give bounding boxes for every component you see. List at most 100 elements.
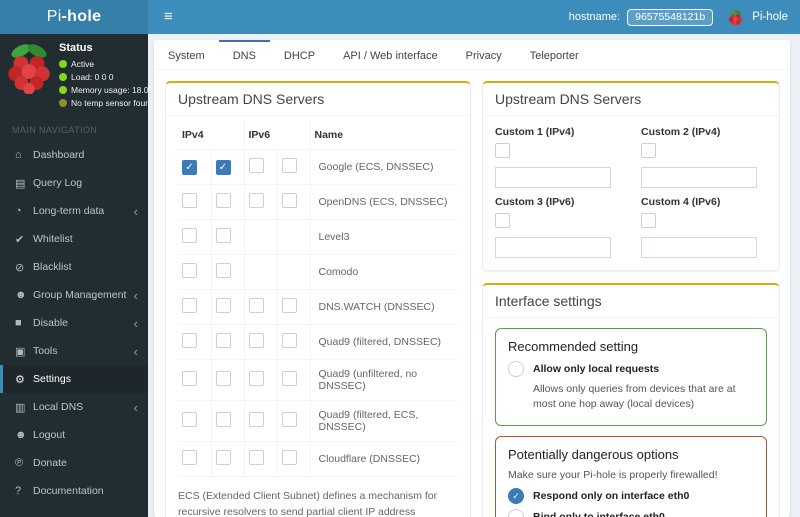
card-title: Upstream DNS Servers <box>483 83 779 116</box>
custom-dns-input[interactable] <box>495 167 611 188</box>
upstream-checkbox-ipv4[interactable] <box>182 298 197 313</box>
custom-dns-input[interactable] <box>641 237 757 258</box>
sidebar-item-local-dns[interactable]: ▥ Local DNS ‹ <box>0 393 148 421</box>
upstream-dns-row: Quad9 (unfiltered, no DNSSEC) <box>178 359 458 401</box>
upstream-dns-row: Comodo <box>178 254 458 290</box>
sidebar-item-group-management[interactable]: ☻ Group Management ‹ <box>0 281 148 309</box>
upstream-name: Quad9 (filtered, DNSSEC) <box>310 324 458 360</box>
hostname-value: 96575548121b <box>627 8 714 26</box>
upstream-checkbox-ipv4[interactable] <box>182 371 197 386</box>
upstream-checkbox-ipv6[interactable] <box>248 371 264 386</box>
sidebar-item-query-log[interactable]: ▤ Query Log <box>0 169 148 197</box>
custom-dns-input[interactable] <box>495 237 611 258</box>
upstream-checkbox-ipv6[interactable] <box>281 450 297 465</box>
status-title: Status <box>59 42 93 54</box>
sidebar-item-long-term-data[interactable]: ◔ Long-term data ‹ <box>0 197 148 225</box>
upstream-checkbox-ipv6[interactable] <box>248 450 264 465</box>
custom-dns-input[interactable] <box>641 167 757 188</box>
upstream-checkbox-ipv6[interactable] <box>281 193 297 208</box>
sidebar-item-label: Group Management <box>33 289 127 301</box>
main-content: System DNS DHCP API / Web interface Privacy T… <box>148 34 800 517</box>
upstream-checkbox-ipv4[interactable] <box>215 450 231 465</box>
upstream-checkbox-ipv6[interactable] <box>281 371 297 386</box>
upstream-checkbox-ipv4[interactable] <box>182 228 197 243</box>
upstream-checkbox-ipv6[interactable] <box>248 412 264 427</box>
upstream-dns-servers-card: Upstream DNS Servers IPv4 IPv6 Name ✓ ✓ Googl… <box>165 81 471 517</box>
sidebar-item-label: Local DNS <box>33 401 84 413</box>
dns-tab-content: Upstream DNS Servers IPv4 IPv6 Name ✓ ✓ Googl… <box>154 70 790 517</box>
sidebar-item-label: Documentation <box>33 485 104 497</box>
upstream-checkbox-ipv6[interactable] <box>281 333 297 348</box>
sidebar-item-tools[interactable]: ▣ Tools ‹ <box>0 337 148 365</box>
status-memory: Memory usage: 18.0 % <box>59 85 148 95</box>
upstream-dns-row: Quad9 (filtered, ECS, DNSSEC) <box>178 400 458 442</box>
chevron-left-icon: ‹ <box>133 203 138 219</box>
upstream-checkbox-ipv6[interactable] <box>248 298 264 313</box>
upstream-checkbox-ipv4[interactable] <box>215 263 231 278</box>
upstream-checkbox-ipv6[interactable] <box>248 333 264 348</box>
tab-dhcp[interactable]: DHCP <box>270 40 329 69</box>
custom-field-checkbox[interactable] <box>495 143 510 158</box>
upstream-checkbox-ipv6[interactable] <box>281 412 297 427</box>
sidebar-item-logout[interactable]: ☻ Logout <box>0 421 148 449</box>
settings-tabs: System DNS DHCP API / Web interface Privacy T… <box>154 40 790 70</box>
radio-allow-only-local-requests[interactable] <box>508 361 524 377</box>
upstream-checkbox-ipv6[interactable] <box>248 193 264 208</box>
tab-teleporter[interactable]: Teleporter <box>516 40 593 69</box>
upstream-checkbox-ipv4[interactable] <box>215 412 231 427</box>
upstream-checkbox-ipv4[interactable] <box>182 333 197 348</box>
custom-field-checkbox[interactable] <box>641 213 656 228</box>
custom-field-label: Custom 2 (IPv4) <box>641 126 721 138</box>
ecs-note-regular: ECS (Extended Client Subnet) defines a m… <box>178 490 438 517</box>
upstream-checkbox-ipv6[interactable] <box>248 158 264 173</box>
upstream-checkbox-ipv4[interactable] <box>182 193 197 208</box>
upstream-checkbox-ipv4[interactable] <box>182 412 197 427</box>
raspberry-icon <box>728 9 743 26</box>
custom-upstream-grid: Custom 1 (IPv4) Custom 2 (IPv4) Custom 3 (… <box>483 116 779 270</box>
status-temp: No temp sensor found <box>59 98 148 108</box>
tab-system[interactable]: System <box>154 40 219 69</box>
column-header-ipv6: IPv6 <box>244 120 311 150</box>
radio-bind-only-to-interface-eth0[interactable] <box>508 509 524 517</box>
sidebar-item-disable[interactable]: ■ Disable ‹ <box>0 309 148 337</box>
upstream-checkbox-ipv6[interactable] <box>281 298 297 313</box>
app-logo[interactable]: Pi-hole <box>0 0 148 34</box>
clock-icon: ◔ <box>15 205 22 217</box>
upstream-checkbox-ipv4[interactable] <box>215 193 231 208</box>
upstream-checkbox-ipv4[interactable] <box>182 263 197 278</box>
custom-upstream-field: Custom 1 (IPv4) <box>495 124 621 188</box>
upstream-name: Cloudflare (DNSSEC) <box>310 441 458 477</box>
sidebar-item-whitelist[interactable]: ✔ Whitelist <box>0 225 148 253</box>
upstream-checkbox-ipv6[interactable] <box>281 158 297 173</box>
upstream-checkbox-ipv4[interactable]: ✓ <box>215 159 231 175</box>
status-text: Active <box>71 59 95 69</box>
sidebar-item-settings[interactable]: ⚙ Settings <box>0 365 148 393</box>
upstream-checkbox-ipv4[interactable] <box>182 450 197 465</box>
tab-dns[interactable]: DNS <box>218 40 270 69</box>
custom-field-checkbox[interactable] <box>641 143 656 158</box>
status-block: Status Active Load: 0 0 0 Memory usage: 18… <box>59 40 148 111</box>
radio-respond-only-on-interface-eth0[interactable]: ✓ <box>508 488 524 505</box>
sidebar: Status Active Load: 0 0 0 Memory usage: 18… <box>0 34 148 517</box>
sidebar-item-label: Blacklist <box>33 261 72 273</box>
check-circle-icon: ✔ <box>15 233 25 246</box>
custom-upstream-field: Custom 2 (IPv4) <box>641 124 767 188</box>
upstream-checkbox-ipv4[interactable] <box>215 228 231 243</box>
upstream-checkbox-ipv4[interactable]: ✓ <box>182 159 197 175</box>
green-dot-icon <box>59 60 67 68</box>
upstream-dns-row: Cloudflare (DNSSEC) <box>178 441 458 477</box>
pihole-raspberry-logo-icon <box>6 40 52 111</box>
paypal-icon: ℗ <box>15 457 24 469</box>
sidebar-toggle-icon[interactable]: ≡ <box>160 0 177 34</box>
tab-api-web-interface[interactable]: API / Web interface <box>329 40 452 69</box>
upstream-checkbox-ipv4[interactable] <box>215 333 231 348</box>
upstream-name: DNS.WATCH (DNSSEC) <box>310 289 458 325</box>
upstream-checkbox-ipv4[interactable] <box>215 298 231 313</box>
custom-field-checkbox[interactable] <box>495 213 510 228</box>
sidebar-item-donate[interactable]: ℗ Donate <box>0 449 148 477</box>
sidebar-item-dashboard[interactable]: ⌂ Dashboard <box>0 141 148 169</box>
sidebar-item-documentation[interactable]: ? Documentation <box>0 477 148 505</box>
tab-privacy[interactable]: Privacy <box>452 40 516 69</box>
upstream-checkbox-ipv4[interactable] <box>215 371 231 386</box>
sidebar-item-blacklist[interactable]: ⊘ Blacklist <box>0 253 148 281</box>
